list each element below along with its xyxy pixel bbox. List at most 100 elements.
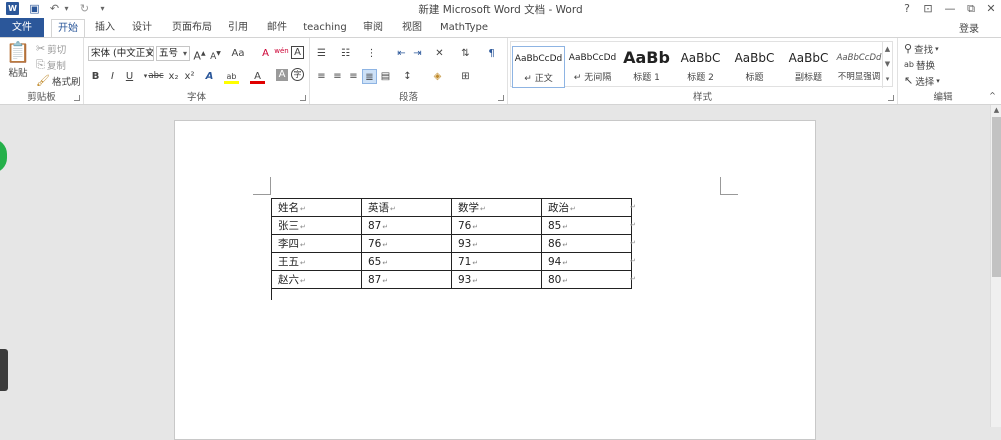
align-right-icon[interactable]: ≡ <box>346 69 361 84</box>
styles-launcher-icon[interactable] <box>888 95 894 101</box>
tab-review[interactable]: 审阅 <box>358 19 388 37</box>
numbering-icon[interactable]: ☷ <box>338 46 353 61</box>
table-cell[interactable]: 赵六↵ <box>271 270 362 289</box>
table-cell[interactable]: 93↵ <box>451 234 542 253</box>
close-button[interactable]: ✕ <box>981 1 1001 16</box>
bold-button[interactable]: B <box>88 69 103 84</box>
align-left-icon[interactable]: ≡ <box>314 69 329 84</box>
enclose-characters-icon[interactable]: 字 <box>291 68 304 81</box>
select-button[interactable]: ↖ 选择 ▾ <box>904 74 940 89</box>
score-table[interactable]: 姓名↵ 英语↵ 数学↵ 政治↵ 张三↵ 87↵ 76↵ 85↵ 李四↵ 76↵ … <box>271 198 632 289</box>
vertical-scrollbar[interactable]: ▲ <box>990 105 1001 427</box>
font-name-combo[interactable]: 宋体 (中文正文 <box>88 46 154 61</box>
superscript-button[interactable]: x² <box>182 69 197 84</box>
style-title[interactable]: AaBbC 标题 <box>728 46 781 88</box>
grow-font-button[interactable]: A▲ <box>192 46 207 63</box>
show-formatting-marks-icon[interactable]: ¶ <box>484 46 499 61</box>
style-heading-2[interactable]: AaBbC 标题 2 <box>674 46 727 88</box>
ribbon-display-options-button[interactable]: ⊡ <box>918 1 938 16</box>
table-cell[interactable]: 65↵ <box>361 252 452 271</box>
table-cell[interactable]: 86↵ <box>541 234 632 253</box>
table-cell[interactable]: 71↵ <box>451 252 542 271</box>
table-cell[interactable]: 87↵ <box>361 216 452 235</box>
table-cell[interactable]: 英语↵ <box>361 198 452 217</box>
tab-design[interactable]: 设计 <box>126 19 158 37</box>
borders-icon[interactable]: ⊞ <box>458 69 473 84</box>
style-subtle-emphasis[interactable]: AaBbCcDd 不明显强调 <box>834 46 884 88</box>
paragraph-launcher-icon[interactable] <box>498 95 504 101</box>
table-cell[interactable]: 李四↵ <box>271 234 362 253</box>
table-cell[interactable]: 张三↵ <box>271 216 362 235</box>
scroll-down-icon[interactable]: ▼ <box>883 57 892 72</box>
change-case-button[interactable]: Aa <box>228 46 248 61</box>
multilevel-list-icon[interactable]: ⋮ <box>364 46 379 61</box>
tab-mailings[interactable]: 邮件 <box>262 19 292 37</box>
tab-page-layout[interactable]: 页面布局 <box>168 19 216 37</box>
undo-dropdown-icon[interactable]: ▾ <box>60 2 73 15</box>
table-cell[interactable]: 94↵ <box>541 252 632 271</box>
customize-qat-icon[interactable]: ▾ <box>96 2 109 15</box>
find-button[interactable]: ⚲ 查找 ▾ <box>904 42 939 57</box>
font-color-button[interactable]: A <box>250 69 265 84</box>
tab-home[interactable]: 开始 <box>51 19 85 38</box>
tab-references[interactable]: 引用 <box>223 19 253 37</box>
character-shading-icon[interactable]: A <box>276 69 288 81</box>
strikethrough-button[interactable]: abc <box>146 69 166 84</box>
line-spacing-icon[interactable]: ↕ <box>400 69 415 84</box>
minimize-button[interactable]: — <box>940 1 960 16</box>
collapse-ribbon-icon[interactable]: ^ <box>985 88 1000 103</box>
table-cell[interactable]: 85↵ <box>541 216 632 235</box>
clipboard-launcher-icon[interactable] <box>74 95 80 101</box>
font-launcher-icon[interactable] <box>300 95 306 101</box>
paste-button[interactable]: 📋 粘贴 <box>6 41 31 79</box>
table-cell[interactable]: 87↵ <box>361 270 452 289</box>
align-center-icon[interactable]: ≡ <box>330 69 345 84</box>
increase-indent-icon[interactable]: ⇥ <box>410 46 425 61</box>
shrink-font-button[interactable]: A▼ <box>208 46 223 62</box>
copy-button[interactable]: ⎘ 复制 <box>36 58 66 73</box>
table-cell[interactable]: 数学↵ <box>451 198 542 217</box>
scroll-thumb[interactable] <box>992 117 1001 277</box>
tab-teaching[interactable]: teaching <box>302 19 348 37</box>
style-normal[interactable]: AaBbCcDd ↵ 正文 <box>512 46 565 88</box>
table-cell[interactable]: 80↵ <box>541 270 632 289</box>
table-cell[interactable]: 76↵ <box>361 234 452 253</box>
chinese-layout-icon[interactable]: ✕ <box>432 46 447 61</box>
tab-view[interactable]: 视图 <box>397 19 427 37</box>
font-size-combo[interactable]: 五号 <box>156 46 190 61</box>
table-cell[interactable]: 76↵ <box>451 216 542 235</box>
replace-button[interactable]: ab 替换 <box>904 58 935 72</box>
restore-button[interactable]: ⧉ <box>961 1 981 16</box>
shading-icon[interactable]: ◈ <box>430 69 445 84</box>
bullets-icon[interactable]: ☰ <box>314 46 329 61</box>
character-border-icon[interactable]: A <box>291 46 304 59</box>
tab-insert[interactable]: 插入 <box>89 19 121 37</box>
style-no-spacing[interactable]: AaBbCcDd ↵ 无间隔 <box>566 46 619 88</box>
more-styles-icon[interactable]: ▾ <box>883 72 892 87</box>
highlight-color-button[interactable]: ab <box>224 69 239 84</box>
subscript-button[interactable]: x₂ <box>166 69 181 84</box>
text-effects-button[interactable]: A <box>202 69 217 84</box>
clear-formatting-icon[interactable]: A <box>258 46 273 61</box>
sign-in-link[interactable]: 登录 <box>959 20 979 35</box>
decrease-indent-icon[interactable]: ⇤ <box>394 46 409 61</box>
table-cell[interactable]: 93↵ <box>451 270 542 289</box>
styles-gallery-scroll[interactable]: ▲ ▼ ▾ <box>882 42 892 88</box>
scroll-up-arrow-icon[interactable]: ▲ <box>991 105 1001 115</box>
tab-file[interactable]: 文件 <box>0 18 44 37</box>
format-painter-button[interactable]: 🖌 格式刷 <box>36 74 80 89</box>
underline-button[interactable]: U <box>122 69 137 84</box>
distributed-icon[interactable]: ▤ <box>378 69 393 84</box>
scroll-up-icon[interactable]: ▲ <box>883 42 892 57</box>
table-cell[interactable]: 姓名↵ <box>271 198 362 217</box>
sort-icon[interactable]: ⇅ <box>458 46 473 61</box>
cut-button[interactable]: ✂ 剪切 <box>36 42 66 57</box>
document-page[interactable]: 姓名↵ 英语↵ 数学↵ 政治↵ 张三↵ 87↵ 76↵ 85↵ 李四↵ 76↵ … <box>174 120 816 440</box>
help-button[interactable]: ? <box>897 1 917 16</box>
table-cell[interactable]: 政治↵ <box>541 198 632 217</box>
italic-button[interactable]: I <box>105 69 120 84</box>
save-icon[interactable]: ▣ <box>28 2 41 15</box>
phonetic-guide-icon[interactable]: wén <box>274 44 289 59</box>
tab-mathtype[interactable]: MathType <box>437 19 491 37</box>
style-heading-1[interactable]: AaBb 标题 1 <box>620 46 673 88</box>
